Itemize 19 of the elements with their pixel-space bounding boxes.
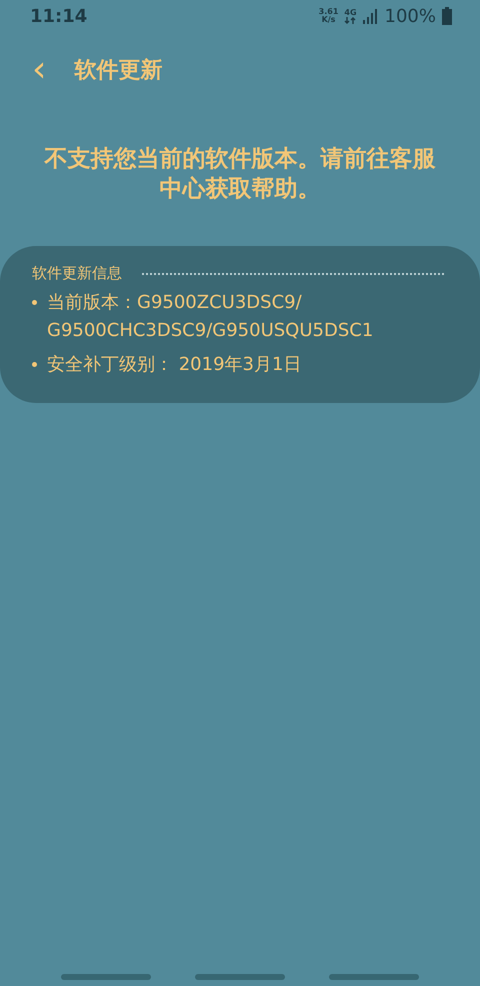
- bullet-icon: [32, 362, 37, 367]
- info-text: 当前版本：G9500ZCU3DSC9/G9500CHC3DSC9/G950USQU5DSC1: [47, 291, 374, 343]
- speed-value: 3.61: [318, 8, 338, 16]
- page-title: 软件更新: [74, 57, 162, 85]
- unsupported-message: 不支持您当前的软件版本。请前往客服中心获取帮助。: [43, 145, 436, 204]
- battery-icon: [442, 7, 452, 25]
- back-button[interactable]: ‹: [28, 52, 50, 88]
- network-type: 4G: [344, 8, 357, 16]
- nav-handle[interactable]: [61, 974, 151, 980]
- nav-handle[interactable]: [195, 974, 285, 980]
- signal-icon: [362, 8, 379, 24]
- bullet-icon: [32, 300, 37, 305]
- info-text: 安全补丁级别： 2019年3月1日: [47, 353, 302, 377]
- battery-percentage: 100%: [384, 6, 436, 26]
- status-time: 11:14: [30, 6, 88, 26]
- nav-handle[interactable]: [329, 974, 419, 980]
- speed-unit: K/s: [322, 16, 336, 24]
- data-arrows-icon: [344, 16, 356, 24]
- card-title: 软件更新信息: [32, 264, 122, 283]
